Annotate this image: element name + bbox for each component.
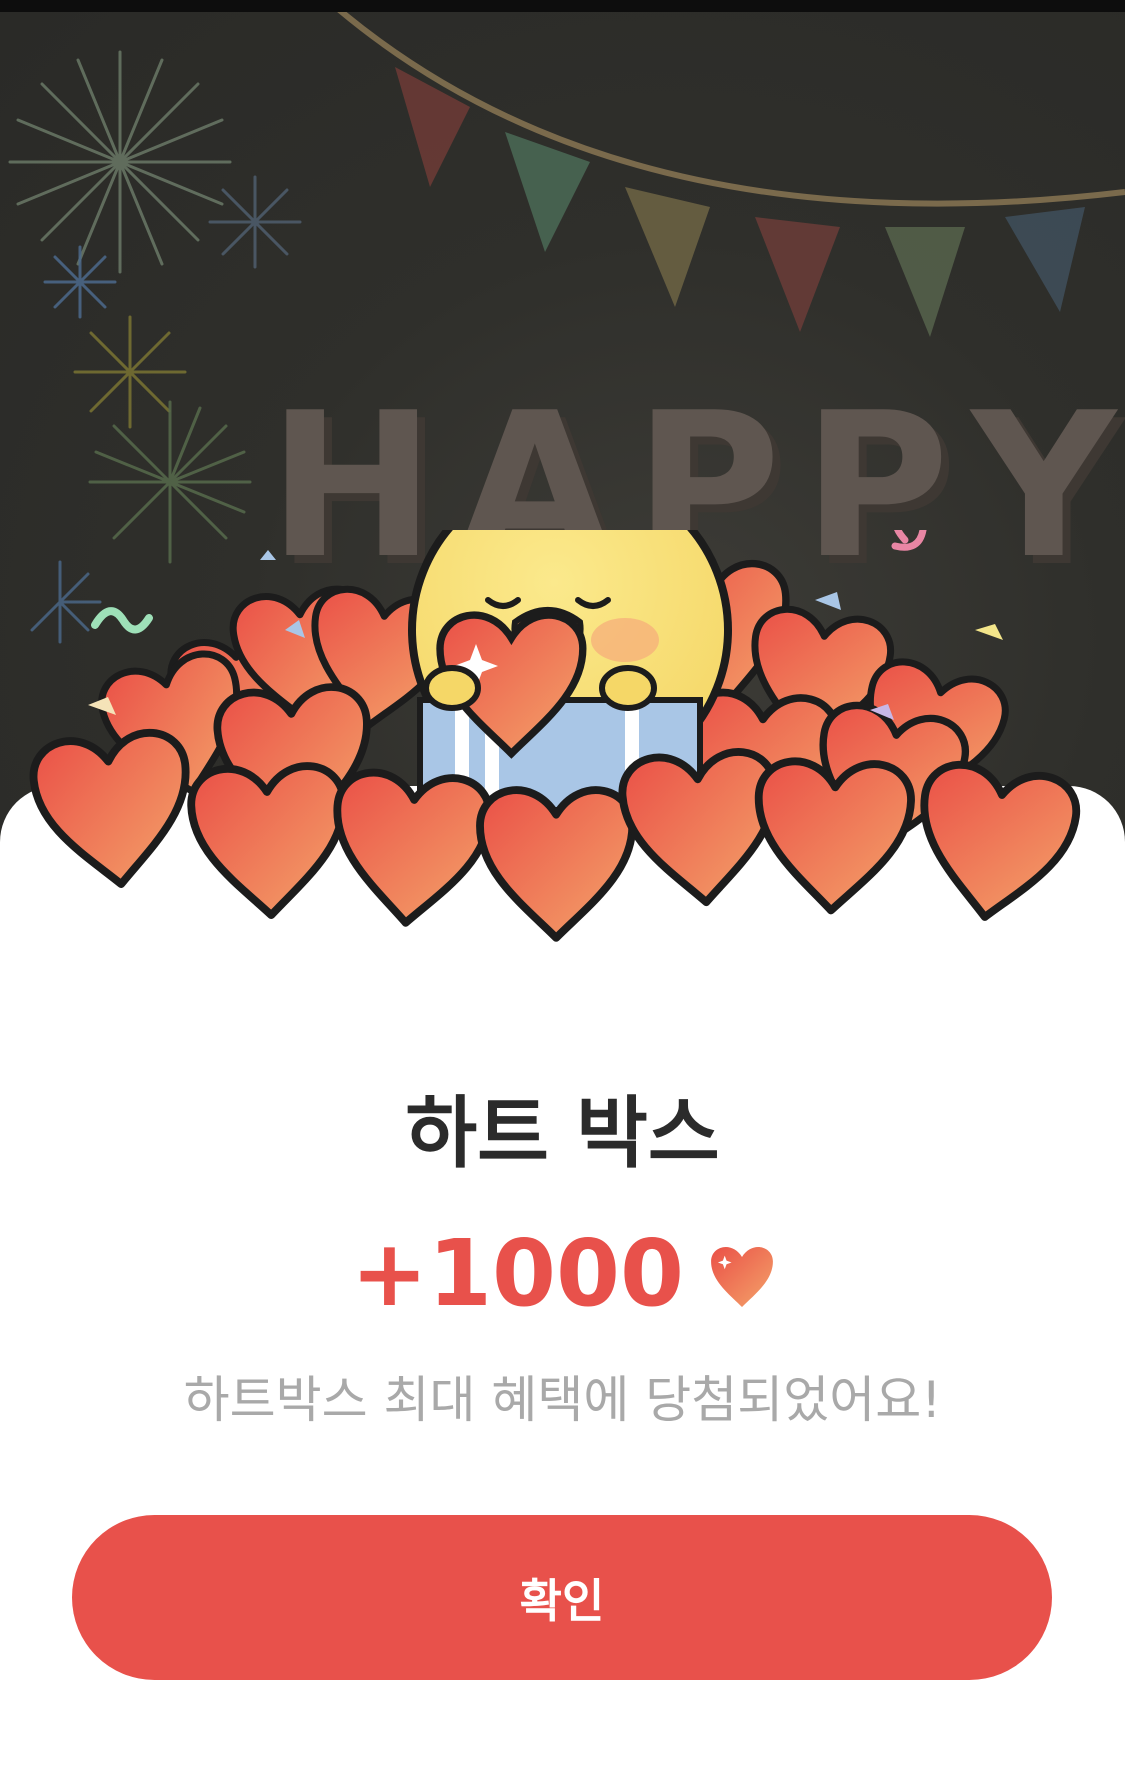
- reward-amount: +1000: [350, 1220, 685, 1327]
- heart-box-reward-screen: HAPPY B: [0, 0, 1125, 1790]
- reward-message: 하트박스 최대 혜택에 당첨되었어요!: [183, 1371, 942, 1429]
- reward-title: 하트 박스: [405, 1089, 720, 1179]
- heart-icon: [711, 1247, 773, 1307]
- status-bar: [0, 0, 1125, 12]
- chick-hearts-illustration: [0, 530, 1125, 1050]
- reward-amount-row: +1000: [0, 1228, 1125, 1320]
- confirm-button[interactable]: 확인: [72, 1515, 1052, 1680]
